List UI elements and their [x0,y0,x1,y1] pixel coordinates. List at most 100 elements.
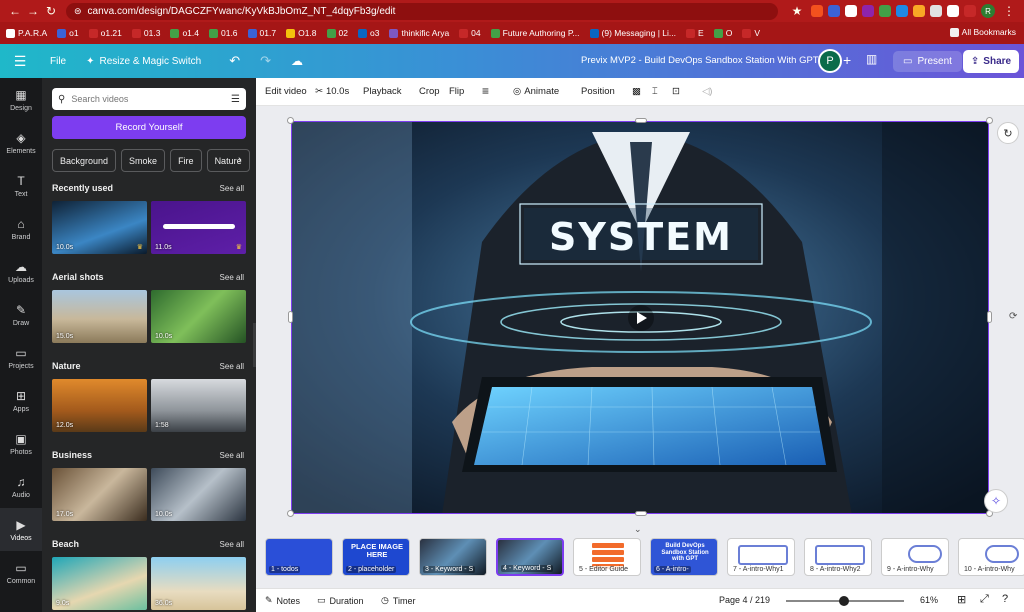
extension-icon[interactable] [845,5,857,17]
page-thumbnail[interactable]: 10 - A-intro-Why [958,538,1024,576]
notes-button[interactable]: ✎ Notes [265,595,300,606]
video-thumbnail[interactable]: 9.0s [52,557,147,610]
trim-button[interactable]: ✂ 10.0s [315,86,349,97]
fullscreen-icon[interactable]: ⤢ [980,593,989,606]
bookmark-item[interactable]: 04 [459,28,481,38]
page-indicator[interactable]: Page 4 / 219 [719,595,770,605]
rail-item-projects[interactable]: ▭ Projects [0,336,42,379]
rail-item-common[interactable]: ▭ Common [0,551,42,594]
page-thumbnail[interactable]: 3 - Keyword - S [419,538,487,576]
undo-button[interactable]: ↶ [219,44,250,78]
filter-icon[interactable]: ☰ [231,94,240,105]
rail-item-text[interactable]: T Text [0,164,42,207]
category-chip[interactable]: Fire [170,149,202,172]
grid-view-icon[interactable]: ⊞ [957,593,966,606]
zoom-slider[interactable] [786,596,904,606]
video-thumbnail[interactable]: 12.0s [52,379,147,432]
bookmark-item[interactable]: o1.21 [88,28,122,38]
category-chip[interactable]: Nature [206,149,250,172]
category-chip[interactable]: Background [52,149,117,172]
bookmark-item[interactable]: Future Authoring P... [490,28,580,38]
bookmark-item[interactable]: 01.6 [208,28,238,38]
browser-menu-icon[interactable]: ⋮ [1000,4,1018,18]
bookmark-item[interactable]: o1 [57,28,79,38]
analytics-icon[interactable]: ▥ [866,52,877,66]
rail-item-audio[interactable]: ♫ Audio [0,465,42,508]
zoom-slider-handle[interactable] [839,596,849,606]
rail-item-elements[interactable]: ◈ Elements [0,121,42,164]
refresh-icon[interactable]: ⟳ [1009,311,1017,322]
page-thumbnail[interactable]: 8 - A-intro-Why2 [804,538,872,576]
page-thumbnail[interactable]: PLACE IMAGE HERE 2 - placeholder [342,538,410,576]
bookmark-item[interactable]: (9) Messaging | Li... [589,28,676,38]
record-yourself-button[interactable]: Record Yourself [52,116,246,139]
address-bar[interactable]: ⊜ canva.com/design/DAGCZFYwanc/KyVkBJbOm… [66,2,778,20]
bookmark-item[interactable]: 01.3 [131,28,160,38]
help-icon[interactable]: ? [1002,593,1008,605]
see-all-link[interactable]: See all [220,273,244,282]
page-thumbnail[interactable]: 7 - A-intro-Why1 [727,538,795,576]
site-info-icon[interactable]: ⊜ [74,6,82,17]
forward-icon[interactable]: → [24,4,42,18]
zoom-level[interactable]: 61% [920,595,938,605]
resize-handle[interactable] [288,311,293,323]
video-thumbnail[interactable]: 11.0s ♛ [151,201,246,254]
video-thumbnail[interactable]: 15.0s [52,290,147,343]
reload-icon[interactable]: ↻ [42,4,60,18]
video-thumbnail[interactable]: 17.0s [52,468,147,521]
volume-icon[interactable]: ◁) [702,86,712,97]
video-thumbnail[interactable]: 1:58 [151,379,246,432]
hamburger-menu-icon[interactable]: ☰ [0,44,40,78]
document-title[interactable]: Previx MVP2 - Build DevOps Sandbox Stati… [581,55,819,66]
position-button[interactable]: Position [581,86,615,97]
resize-handle[interactable] [986,117,993,124]
crop-button[interactable]: Crop [419,86,440,97]
extension-icon[interactable] [896,5,908,17]
rail-item-uploads[interactable]: ☁ Uploads [0,250,42,293]
rail-item-draw[interactable]: ✎ Draw [0,293,42,336]
flip-button[interactable]: Flip [449,86,464,97]
bookmark-item[interactable]: o3 [357,28,379,38]
all-bookmarks-button[interactable]: All Bookmarks [949,27,1016,37]
bookmark-item[interactable]: P.A.R.A [6,28,47,38]
see-all-link[interactable]: See all [220,184,244,193]
video-slide[interactable]: SYSTEM [291,121,989,514]
paint-roller-icon[interactable]: ⌶ [652,86,658,97]
animate-button[interactable]: ◎ Animate [513,86,559,97]
see-all-link[interactable]: See all [220,362,244,371]
rail-item-videos[interactable]: ▶ Videos [0,508,42,551]
resize-handle[interactable] [635,118,647,123]
cloud-save-icon[interactable]: ☁ [281,44,313,78]
magic-assistant-icon[interactable]: ✧ [984,489,1008,513]
extension-icon[interactable] [964,5,976,17]
chevron-right-icon[interactable]: › [238,154,242,166]
video-thumbnail[interactable]: 10.0s ♛ [52,201,147,254]
resize-handle[interactable] [287,510,294,517]
back-icon[interactable]: ← [6,4,24,18]
video-thumbnail[interactable]: 10.0s [151,290,246,343]
bookmark-item[interactable]: o1.4 [170,28,199,38]
bookmark-item[interactable]: thinkific Arya [389,28,449,38]
extensions-puzzle-icon[interactable] [947,5,959,17]
redo-button[interactable]: ↷ [250,44,281,78]
bookmark-item[interactable]: 01.7 [247,28,276,38]
timer-button[interactable]: ◷ Timer [381,595,416,606]
see-all-link[interactable]: See all [220,451,244,460]
rail-item-design[interactable]: ▦ Design [0,78,42,121]
resize-magic-switch-button[interactable]: ✦ Resize & Magic Switch [76,44,211,78]
extension-icon[interactable] [930,5,942,17]
share-button[interactable]: ⇪ Share [963,50,1019,73]
bookmark-item[interactable]: E [686,28,704,38]
search-box[interactable]: ⚲ ☰ [52,88,246,110]
rail-item-photos[interactable]: ▣ Photos [0,422,42,465]
chevron-down-icon[interactable]: ⌄ [634,524,642,535]
rail-item-brand[interactable]: ⌂ Brand [0,207,42,250]
video-thumbnail[interactable]: 36.0s [151,557,246,610]
page-thumbnail[interactable]: 1 - todos [265,538,333,576]
align-lines-icon[interactable]: ≡ [482,84,489,98]
video-thumbnail[interactable]: 10.0s [151,468,246,521]
bookmark-item[interactable]: V [742,28,760,38]
page-thumbnail[interactable]: 4 - Keyword - S [496,538,564,576]
extension-icon[interactable] [811,5,823,17]
bookmark-item[interactable]: 02 [326,28,348,38]
